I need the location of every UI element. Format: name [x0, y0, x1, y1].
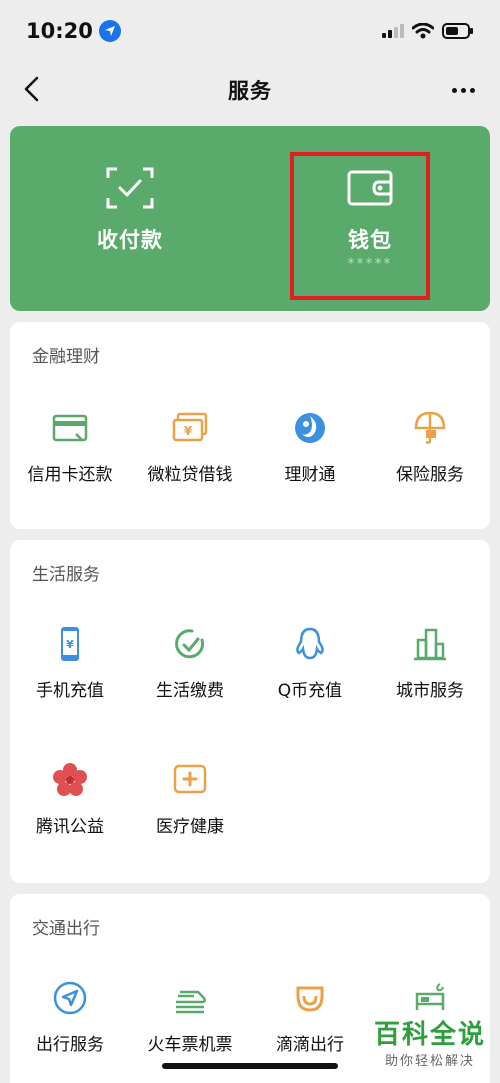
service-label: 生活缴费 [156, 681, 224, 701]
section-finance: 金融理财 信用卡还款 ¥ 微粒贷借钱 理财通 保险服务 [10, 322, 490, 529]
qq-penguin-icon [296, 627, 324, 660]
hotel-bed-icon [415, 983, 445, 1010]
utility-bill-icon [175, 629, 205, 659]
yuan-bills-icon: ¥ [172, 412, 208, 442]
clock: 10:20 [26, 19, 93, 43]
dot [469, 87, 475, 93]
chevron-left-icon [24, 76, 39, 102]
service-label: 信用卡还款 [27, 465, 113, 485]
phone-recharge-icon: ¥ [61, 627, 79, 661]
section-title: 金融理财 [32, 347, 100, 367]
service-label: 滴滴出行 [276, 1035, 344, 1055]
payment-hero-card: 收付款 钱包 ***** [10, 126, 490, 311]
service-label: 医疗健康 [156, 817, 224, 837]
service-label: 火车票机票 [147, 1035, 233, 1055]
wealth-icon [295, 413, 325, 443]
train-icon [176, 990, 206, 1014]
charity-flower-icon [53, 763, 87, 796]
wallet-highlight-box [290, 152, 430, 300]
service-label: 保险服务 [396, 465, 464, 485]
nav-bar: 服务 [0, 62, 500, 118]
service-label: 理财通 [284, 465, 336, 485]
status-indicators [382, 23, 474, 39]
dot [460, 87, 466, 93]
watermark: 百科全说 助你轻松解决 [374, 1020, 486, 1069]
scan-pay-icon [106, 167, 154, 209]
wifi-icon [412, 23, 434, 39]
watermark-sub: 助你轻松解决 [384, 1054, 475, 1069]
city-buildings-icon [414, 628, 446, 661]
service-label: 腾讯公益 [36, 817, 104, 837]
section-title: 交通出行 [32, 919, 100, 939]
page-title: 服务 [228, 79, 272, 103]
status-bar: 10:20 [0, 0, 500, 62]
pay-receive-label: 收付款 [97, 228, 163, 252]
service-label: 出行服务 [36, 1035, 104, 1055]
service-label: 城市服务 [396, 681, 464, 701]
service-label: 手机充值 [36, 681, 104, 701]
location-arrow-icon [98, 20, 121, 42]
service-label: 微粒贷借钱 [147, 465, 233, 485]
didi-icon [296, 986, 324, 1012]
navigation-arrow-icon [53, 981, 87, 1015]
medical-cross-icon [173, 764, 207, 794]
back-button[interactable] [16, 74, 46, 104]
insurance-umbrella-icon [414, 411, 446, 444]
more-options-button[interactable] [446, 76, 480, 104]
service-label: Q币充值 [277, 681, 343, 701]
pay-receive-button[interactable]: 收付款 [10, 126, 250, 311]
svg-text:¥: ¥ [184, 424, 193, 438]
home-indicator[interactable] [162, 1063, 338, 1069]
battery-icon [442, 23, 473, 39]
credit-card-icon [52, 414, 88, 442]
status-time: 10:20 [26, 19, 121, 43]
dot [451, 87, 457, 93]
watermark-main: 百科全说 [373, 1020, 486, 1050]
cellular-signal-icon [382, 24, 404, 38]
section-title: 生活服务 [32, 565, 100, 585]
section-life-services: 生活服务 ¥ 手机充值 生活缴费 Q币充值 城市服务 腾讯公益 医疗健康 [10, 540, 490, 883]
svg-text:¥: ¥ [66, 638, 74, 651]
